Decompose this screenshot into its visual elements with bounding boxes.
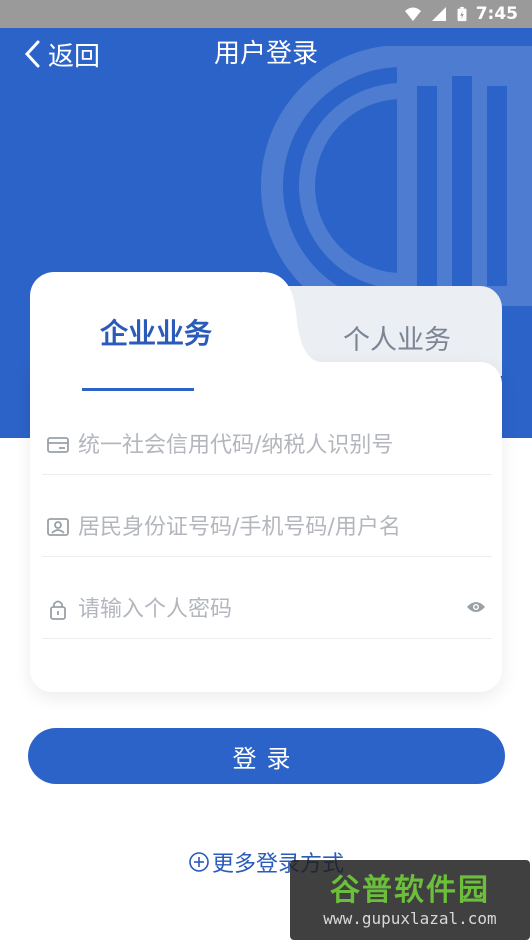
status-bar: 7:45 <box>0 0 532 28</box>
plus-circle-icon <box>189 852 209 872</box>
password-field[interactable] <box>42 580 492 639</box>
tab-active-underline <box>82 388 194 391</box>
credit-code-input[interactable] <box>78 432 438 458</box>
tab-enterprise[interactable]: 企业业务 <box>30 312 282 352</box>
login-button[interactable]: 登录 <box>28 728 505 784</box>
login-card: 企业业务 个人业务 <box>30 272 502 692</box>
password-input[interactable] <box>78 596 438 622</box>
login-button-label: 登录 <box>232 744 301 773</box>
battery-icon <box>457 6 467 22</box>
watermark-title: 谷普软件园 <box>330 872 490 908</box>
signal-icon <box>431 7 446 21</box>
watermark: 谷普软件园 www.gupuxlazal.com <box>290 860 530 940</box>
tab-personal[interactable]: 个人业务 <box>312 318 482 357</box>
id-number-input[interactable] <box>78 514 438 540</box>
id-number-field[interactable] <box>42 498 492 557</box>
person-card-icon <box>47 518 69 536</box>
id-card-icon <box>47 437 69 453</box>
status-time: 7:45 <box>475 4 518 24</box>
wifi-icon <box>404 7 421 21</box>
lock-icon <box>50 600 66 620</box>
credit-code-field[interactable] <box>42 416 492 475</box>
navigation-bar: 返回 用户登录 <box>0 28 532 80</box>
watermark-url: www.gupuxlazal.com <box>323 908 497 928</box>
page-title: 用户登录 <box>213 39 318 69</box>
eye-icon[interactable] <box>466 600 486 614</box>
